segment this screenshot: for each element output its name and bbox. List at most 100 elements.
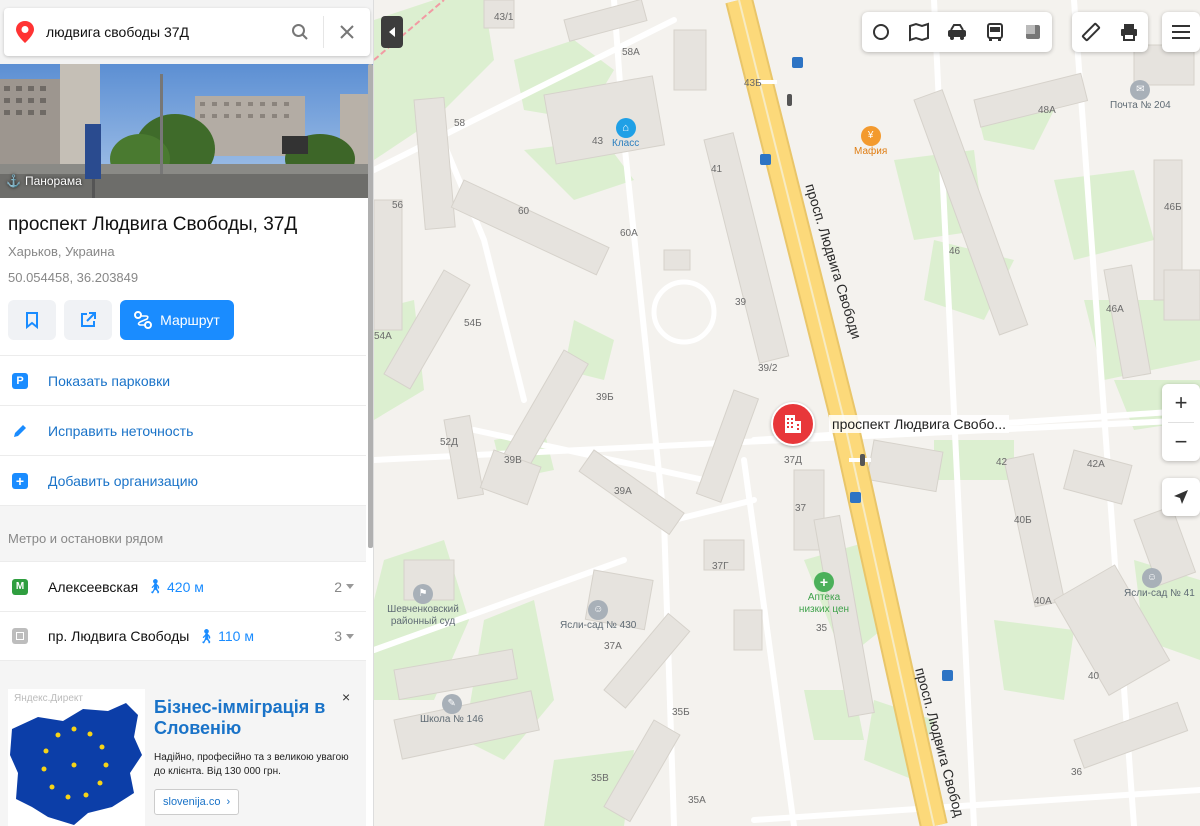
house-number: 46Б	[1164, 202, 1182, 213]
house-number: 37Д	[784, 455, 802, 466]
place-subtitle: Харьков, Украина	[8, 244, 115, 259]
card-actions: Маршрут	[8, 300, 234, 340]
transit-section-header: Метро и остановки рядом	[0, 505, 366, 561]
house-number: 42А	[1087, 459, 1105, 470]
poi-klass[interactable]: ⌂ Класс	[612, 118, 639, 150]
show-parking-link[interactable]: P Показать парковки	[0, 355, 366, 405]
poi-kindergarten-430[interactable]: ☺ Ясли-сад № 430	[560, 600, 636, 632]
pencil-icon	[0, 423, 40, 439]
school-icon: ✎	[441, 694, 462, 714]
flag-icon: ⚑	[413, 584, 433, 604]
zoom-in-button[interactable]: +	[1162, 384, 1200, 422]
search-icon	[292, 24, 308, 40]
share-icon	[81, 312, 96, 327]
transit-item-metro[interactable]: М Алексеевская 🚶︎ 420 м 2	[0, 561, 366, 611]
plus-icon: +	[0, 472, 40, 489]
house-number: 43/1	[494, 12, 514, 23]
traffic-light-icon	[860, 454, 865, 466]
house-number: 40А	[1034, 596, 1052, 607]
slovenia-flag-map-icon	[10, 703, 142, 825]
house-number: 39/2	[758, 363, 778, 374]
house-number: 52Д	[440, 437, 458, 448]
transit-item-bus-stop[interactable]: пр. Людвига Свободы 🚶︎ 110 м 3	[0, 611, 366, 661]
house-number: 42	[996, 457, 1008, 468]
search-input[interactable]	[46, 24, 277, 40]
transit-count[interactable]: 3	[334, 628, 354, 644]
route-button[interactable]: Маршрут	[120, 300, 234, 340]
shopping-icon: ⌂	[615, 118, 636, 138]
add-organization-label: Добавить организацию	[48, 472, 199, 489]
house-number: 35	[816, 623, 828, 634]
ad-image[interactable]	[8, 689, 145, 826]
add-organization-link[interactable]: + Добавить организацию	[0, 455, 366, 505]
bus-stop-icon[interactable]	[942, 670, 953, 681]
satellite-layer-button[interactable]	[1014, 13, 1052, 51]
menu-button[interactable]	[1162, 13, 1200, 51]
panorama-preview[interactable]: ⚓ Панорама	[0, 64, 373, 198]
panorama-badge[interactable]: ⚓ Панорама	[6, 174, 82, 188]
house-number: 39А	[614, 486, 632, 497]
ruler-button[interactable]	[1072, 13, 1110, 51]
house-number: 60	[518, 206, 530, 217]
ad-banner[interactable]: Яндекс.Директ Бізнес-імміграція в Словен…	[0, 660, 366, 826]
walking-distance: 🚶︎ 110 м	[197, 627, 254, 645]
house-number: 58А	[622, 47, 640, 58]
house-number: 54Б	[464, 318, 482, 329]
menu-toolbar	[1162, 12, 1200, 52]
zoom-out-button[interactable]: −	[1162, 423, 1200, 461]
route-label: Маршрут	[160, 312, 220, 328]
transit-name: Алексеевская	[48, 578, 139, 595]
map-layers-button[interactable]	[862, 13, 900, 51]
poi-pharmacy[interactable]: + Аптека низких цен	[794, 572, 854, 616]
bus-stop-icon[interactable]	[792, 57, 803, 68]
marker-label: проспект Людвига Свобо...	[829, 415, 1010, 433]
traffic-layer-button[interactable]	[938, 13, 976, 51]
place-title: проспект Людвига Свободы, 37Д	[8, 214, 298, 235]
bus-stop-icon[interactable]	[850, 492, 861, 503]
house-number: 37	[795, 503, 807, 514]
zoom-controls: + −	[1162, 384, 1200, 461]
house-number: 35Б	[672, 707, 690, 718]
panorama-layer-button[interactable]	[900, 13, 938, 51]
bus-stop-icon	[12, 628, 28, 644]
sidebar-scrollbar[interactable]	[368, 64, 373, 548]
geolocation-button[interactable]	[1162, 478, 1200, 516]
report-error-link[interactable]: Исправить неточность	[0, 405, 366, 455]
ad-title[interactable]: Бізнес-імміграція в Словенію	[154, 697, 344, 739]
clear-search-button[interactable]	[324, 8, 370, 56]
print-button[interactable]	[1110, 13, 1148, 51]
house-number: 37Г	[712, 561, 729, 572]
share-button[interactable]	[64, 300, 112, 340]
search-box	[4, 8, 370, 56]
ad-close-button[interactable]: ×	[342, 689, 350, 705]
poi-kindergarten-41[interactable]: ☺ Ясли-сад № 41	[1124, 568, 1195, 600]
building-icon	[771, 402, 815, 446]
house-number: 40Б	[1014, 515, 1032, 526]
poi-post-office[interactable]: ✉ Почта № 204	[1110, 80, 1171, 112]
poi-court[interactable]: ⚑ Шевченковский районный суд	[380, 584, 466, 628]
layers-icon	[873, 24, 889, 40]
poi-school[interactable]: ✎ Школа № 146	[420, 694, 483, 726]
route-icon	[134, 311, 153, 329]
ad-link-button[interactable]: slovenija.co ›	[154, 789, 240, 815]
bus-stop-icon[interactable]	[760, 154, 771, 165]
search-button[interactable]	[277, 8, 323, 56]
transit-count[interactable]: 2	[334, 579, 354, 595]
collapse-sidebar-button[interactable]	[381, 16, 403, 48]
panorama-icon: ⚓	[6, 174, 21, 188]
metro-icon: М	[12, 578, 28, 595]
bookmark-button[interactable]	[8, 300, 56, 340]
panorama-icon	[909, 22, 929, 42]
geolocation-control	[1162, 478, 1200, 516]
yandex-logo-icon[interactable]	[4, 20, 46, 44]
location-marker[interactable]: проспект Людвига Свобо...	[771, 402, 1010, 446]
transport-layer-button[interactable]	[976, 13, 1014, 51]
chevron-down-icon	[346, 584, 354, 589]
house-number: 41	[711, 164, 723, 175]
restaurant-icon: ¥	[860, 126, 881, 146]
ruler-icon	[1081, 22, 1101, 42]
poi-mafia[interactable]: ¥ Мафия	[854, 126, 887, 158]
place-coordinates[interactable]: 50.054458, 36.203849	[8, 270, 138, 285]
house-number: 35В	[591, 773, 609, 784]
traffic-light-icon	[787, 94, 792, 106]
